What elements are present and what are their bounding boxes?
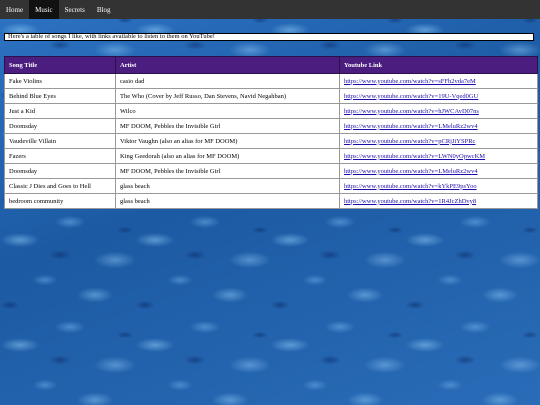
- nav-home[interactable]: Home: [0, 0, 29, 19]
- table-header-row: Song Title Artist Youtube Link: [4, 56, 538, 74]
- songs-table: Song Title Artist Youtube Link Fake Viol…: [4, 56, 538, 209]
- table-row: Just a Kid Wilco https://www.youtube.com/w…: [4, 103, 538, 119]
- youtube-link-cell: https://www.youtube.com/watch?v=hJWCAvD0…: [339, 103, 538, 119]
- artist-cell: Viktor Vaughn (also an alias for MF DOOM…: [115, 133, 340, 149]
- artist-cell: MF DOOM, Pebbles the Invisible Girl: [115, 163, 340, 179]
- table-row: Fazers King Geedorah (also an alias for M…: [4, 148, 538, 164]
- youtube-link[interactable]: https://www.youtube.com/watch?v=hJWCAvD0…: [344, 108, 479, 115]
- table-row: Doomsday MF DOOM, Pebbles the Invisible G…: [4, 118, 538, 134]
- youtube-link[interactable]: https://www.youtube.com/watch?v=19U-Vqed…: [344, 93, 478, 100]
- song-title-cell: bedroom community: [4, 193, 116, 209]
- nav-music[interactable]: Music: [29, 0, 59, 19]
- nav-secrets[interactable]: Secrets: [59, 0, 91, 19]
- song-title-cell: Fake Violins: [4, 73, 116, 89]
- intro-text: Here's a table of songs I like, with lin…: [4, 33, 534, 41]
- youtube-link-cell: https://www.youtube.com/watch?v=LMeluRz2…: [339, 163, 538, 179]
- song-title-cell: Fazers: [4, 148, 116, 164]
- youtube-link-cell: https://www.youtube.com/watch?v=pCRjJiYS…: [339, 133, 538, 149]
- song-title-cell: Vaudeville Villain: [4, 133, 116, 149]
- youtube-link-cell: https://www.youtube.com/watch?v=kYkPE9ps…: [339, 178, 538, 194]
- song-title-cell: Classic J Dies and Goes to Hell: [4, 178, 116, 194]
- youtube-link-cell: https://www.youtube.com/watch?v=LWN0yOpw…: [339, 148, 538, 164]
- header-youtube-link: Youtube Link: [339, 56, 538, 74]
- song-title-cell: Doomsday: [4, 118, 116, 134]
- table-row: Classic J Dies and Goes to Hell glass bea…: [4, 178, 538, 194]
- song-title-cell: Just a Kid: [4, 103, 116, 119]
- artist-cell: King Geedorah (also an alias for MF DOOM…: [115, 148, 340, 164]
- artist-cell: glass beach: [115, 178, 340, 194]
- table-row: Vaudeville Villain Viktor Vaughn (also an…: [4, 133, 538, 149]
- youtube-link[interactable]: https://www.youtube.com/watch?v=LMeluRz2…: [344, 168, 478, 175]
- header-song-title: Song Title: [4, 56, 116, 74]
- youtube-link-cell: https://www.youtube.com/watch?v=sFFh2vda…: [339, 73, 538, 89]
- top-navbar: Home Music Secrets Blog: [0, 0, 540, 19]
- artist-cell: MF DOOM, Pebbles the Invisible Girl: [115, 118, 340, 134]
- song-title-cell: Behind Blue Eyes: [4, 88, 116, 104]
- song-title-cell: Doomsday: [4, 163, 116, 179]
- table-row: bedroom community glass beach https://www.…: [4, 193, 538, 209]
- header-artist: Artist: [115, 56, 340, 74]
- table-row: Doomsday MF DOOM, Pebbles the Invisible G…: [4, 163, 538, 179]
- youtube-link[interactable]: https://www.youtube.com/watch?v=pCRjJiYS…: [344, 138, 475, 145]
- youtube-link[interactable]: https://www.youtube.com/watch?v=kYkPE9ps…: [344, 183, 477, 190]
- youtube-link[interactable]: https://www.youtube.com/watch?v=1R4JcZhD…: [344, 198, 476, 205]
- youtube-link-cell: https://www.youtube.com/watch?v=1R4JcZhD…: [339, 193, 538, 209]
- table-row: Behind Blue Eyes The Who (Cover by Jeff R…: [4, 88, 538, 104]
- youtube-link[interactable]: https://www.youtube.com/watch?v=sFFh2vda…: [344, 78, 476, 85]
- youtube-link[interactable]: https://www.youtube.com/watch?v=LWN0yOpw…: [344, 153, 485, 160]
- artist-cell: The Who (Cover by Jeff Russo, Dan Steven…: [115, 88, 340, 104]
- youtube-link-cell: https://www.youtube.com/watch?v=19U-Vqed…: [339, 88, 538, 104]
- table-body: Fake Violins casio dad https://www.youtube…: [4, 73, 538, 209]
- youtube-link-cell: https://www.youtube.com/watch?v=LMeluRz2…: [339, 118, 538, 134]
- artist-cell: glass beach: [115, 193, 340, 209]
- table-row: Fake Violins casio dad https://www.youtube…: [4, 73, 538, 89]
- nav-blog[interactable]: Blog: [91, 0, 117, 19]
- youtube-link[interactable]: https://www.youtube.com/watch?v=LMeluRz2…: [344, 123, 478, 130]
- artist-cell: casio dad: [115, 73, 340, 89]
- artist-cell: Wilco: [115, 103, 340, 119]
